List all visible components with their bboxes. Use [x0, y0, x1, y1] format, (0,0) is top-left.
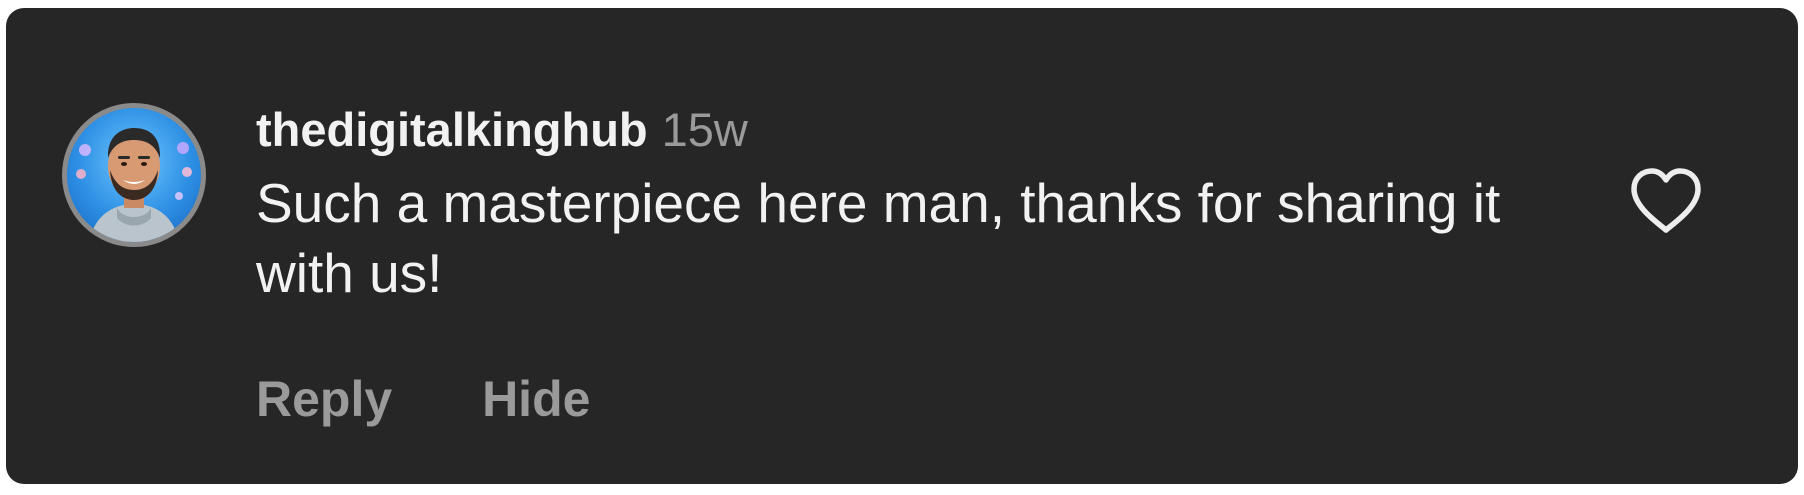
- comment-body: thedigitalkinghub 15w Such a masterpiece …: [256, 100, 1576, 308]
- comment-meta: thedigitalkinghub 15w: [256, 100, 1576, 160]
- hide-button[interactable]: Hide: [482, 370, 590, 428]
- avatar-image: [76, 128, 192, 242]
- username-link[interactable]: thedigitalkinghub: [256, 103, 648, 156]
- avatar[interactable]: [62, 103, 206, 247]
- comment-card: thedigitalkinghub 15w Such a masterpiece …: [6, 8, 1798, 484]
- comment-text: Such a masterpiece here man, thanks for …: [256, 172, 1501, 304]
- heart-outline-icon[interactable]: [1628, 166, 1704, 236]
- reply-button[interactable]: Reply: [256, 370, 392, 428]
- comment-actions: Reply Hide: [256, 370, 590, 428]
- timestamp: 15w: [661, 103, 748, 156]
